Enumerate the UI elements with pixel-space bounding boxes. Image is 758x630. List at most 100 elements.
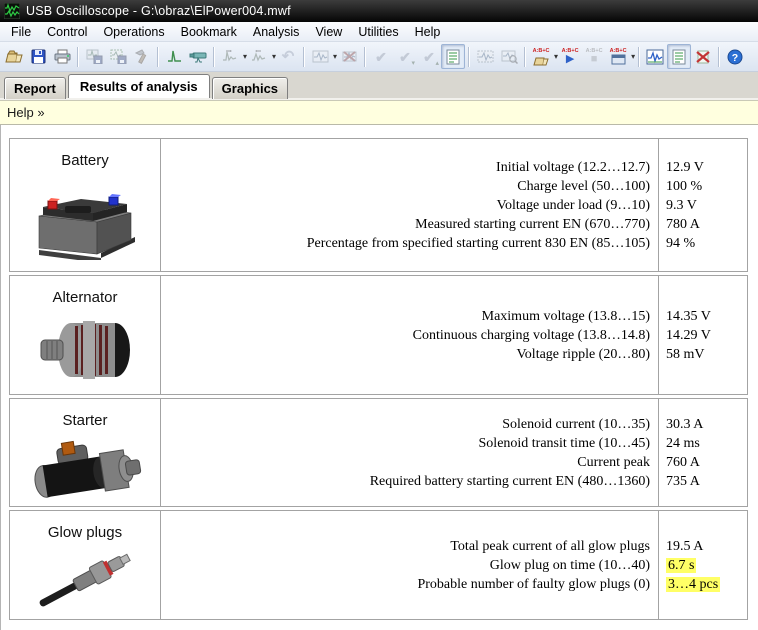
analysis-window-group: A:B+C ▾: [606, 44, 635, 69]
help-bar-label[interactable]: Help »: [7, 105, 45, 120]
view-waveform-button[interactable]: [308, 44, 332, 69]
param-value: 30.3 A: [666, 415, 703, 434]
hammer-icon: [134, 49, 150, 64]
battery-params: Initial voltage (12.2…12.7) Charge level…: [161, 139, 658, 271]
menu-operations[interactable]: Operations: [95, 23, 172, 41]
param-label: Maximum voltage (13.8…15): [482, 307, 650, 326]
printer-icon: [54, 49, 71, 64]
analysis-folder-icon: [533, 54, 549, 66]
check-down-icon: ✔: [399, 50, 411, 64]
starter-image-wrap: [10, 429, 160, 506]
param-value: 760 A: [666, 453, 700, 472]
toolbar-separator: [468, 47, 470, 67]
measure-a-button[interactable]: [218, 44, 242, 69]
app-logo-icon: [4, 3, 20, 19]
current-clamp-button[interactable]: [186, 44, 210, 69]
battery-row: Battery: [9, 138, 748, 272]
graphics-mode-button[interactable]: [643, 44, 667, 69]
svg-text:?: ?: [732, 52, 738, 64]
measure-b-group: ▾: [247, 44, 276, 69]
impulse-button[interactable]: [162, 44, 186, 69]
param-value-highlighted: 6.7 s: [666, 558, 696, 573]
alternator-image: [25, 314, 145, 386]
dropdown-arrow-icon[interactable]: ▾: [631, 53, 635, 61]
measure-a-icon: [222, 49, 238, 64]
glow-plugs-row: Glow plugs: [9, 510, 748, 620]
starter-component-cell: Starter: [10, 399, 161, 506]
analysis-window-button[interactable]: A:B+C: [606, 44, 630, 69]
tab-graphics[interactable]: Graphics: [212, 77, 288, 99]
open-folder-icon: [5, 49, 23, 64]
graph-zoom-button[interactable]: [497, 44, 521, 69]
save-button[interactable]: [26, 44, 50, 69]
glow-plugs-values: 19.5 A 6.7 s 3…4 pcs: [658, 511, 747, 619]
accept-next-button[interactable]: ✔ ▾: [393, 44, 417, 69]
tab-report[interactable]: Report: [4, 77, 66, 99]
waveform-box-icon: [312, 49, 329, 64]
alternator-image-wrap: [10, 306, 160, 394]
graphics-chart-icon: [646, 49, 664, 65]
open-file-button[interactable]: [2, 44, 26, 69]
view-waveform-group: ▾: [308, 44, 337, 69]
analysis-stop-button[interactable]: A:B+C ■: [582, 44, 606, 69]
help-bar[interactable]: Help »: [0, 100, 758, 125]
floppy-icon: [31, 49, 46, 64]
edit-signal-button[interactable]: [130, 44, 154, 69]
menu-view[interactable]: View: [307, 23, 350, 41]
measure-b-button[interactable]: [247, 44, 271, 69]
undo-button[interactable]: ↶: [276, 44, 300, 69]
results-table: Battery: [1, 125, 758, 620]
starter-row: Starter: [9, 398, 748, 507]
results-mode-button[interactable]: [667, 44, 691, 69]
tab-results-of-analysis[interactable]: Results of analysis: [68, 74, 210, 98]
toolbar-separator: [213, 47, 215, 67]
menu-help[interactable]: Help: [407, 23, 449, 41]
menu-control[interactable]: Control: [39, 23, 95, 41]
save-signal-button[interactable]: [82, 44, 106, 69]
delete-waveform-button[interactable]: [337, 44, 361, 69]
param-label: Solenoid transit time (10…45): [479, 434, 650, 453]
report-view-button[interactable]: [441, 44, 465, 69]
check-up-icon: ✔: [423, 50, 435, 64]
battery-values: 12.9 V 100 % 9.3 V 780 A 94 %: [658, 139, 747, 271]
measure-a-group: ▾: [218, 44, 247, 69]
glow-plugs-title: Glow plugs: [48, 524, 122, 541]
results-content: Battery: [0, 125, 758, 630]
tab-strip: Report Results of analysis Graphics: [0, 72, 758, 98]
param-value: 24 ms: [666, 434, 700, 453]
toolbar-separator: [77, 47, 79, 67]
delete-waveform-icon: [341, 49, 358, 64]
alternator-title: Alternator: [52, 289, 117, 306]
param-value: 19.5 A: [666, 537, 703, 556]
accept-button[interactable]: ✔: [369, 44, 393, 69]
glow-plugs-params: Total peak current of all glow plugs Glo…: [161, 511, 658, 619]
starter-title: Starter: [62, 412, 107, 429]
alternator-component-cell: Alternator: [10, 276, 161, 394]
delete-results-button[interactable]: [691, 44, 715, 69]
report-document-icon: [446, 49, 460, 65]
toolbar-separator: [718, 47, 720, 67]
menu-utilities[interactable]: Utilities: [350, 23, 406, 41]
toolbar-separator: [364, 47, 366, 67]
small-down-icon: ▾: [412, 60, 416, 67]
starter-values: 30.3 A 24 ms 760 A 735 A: [658, 399, 747, 506]
save-fragment-button[interactable]: [106, 44, 130, 69]
menu-analysis[interactable]: Analysis: [245, 23, 308, 41]
analysis-open-button[interactable]: A:B+C: [529, 44, 553, 69]
alternator-params: Maximum voltage (13.8…15) Continuous cha…: [161, 276, 658, 394]
toolbar-separator: [303, 47, 305, 67]
param-label: Charge level (50…100): [517, 177, 650, 196]
help-button[interactable]: ?: [723, 44, 747, 69]
analysis-run-button[interactable]: A:B+C ▶: [558, 44, 582, 69]
results-document-icon: [672, 49, 686, 65]
graph-view-button[interactable]: [473, 44, 497, 69]
print-button[interactable]: [50, 44, 74, 69]
param-label: Required battery starting current EN (48…: [370, 472, 650, 491]
param-label: Measured starting current EN (670…770): [415, 215, 650, 234]
menu-file[interactable]: File: [3, 23, 39, 41]
accept-prev-button[interactable]: ✔ ▴: [417, 44, 441, 69]
menu-bookmark[interactable]: Bookmark: [173, 23, 245, 41]
param-label: Current peak: [577, 453, 650, 472]
stop-icon: ■: [591, 54, 598, 65]
param-value: 58 mV: [666, 345, 705, 364]
